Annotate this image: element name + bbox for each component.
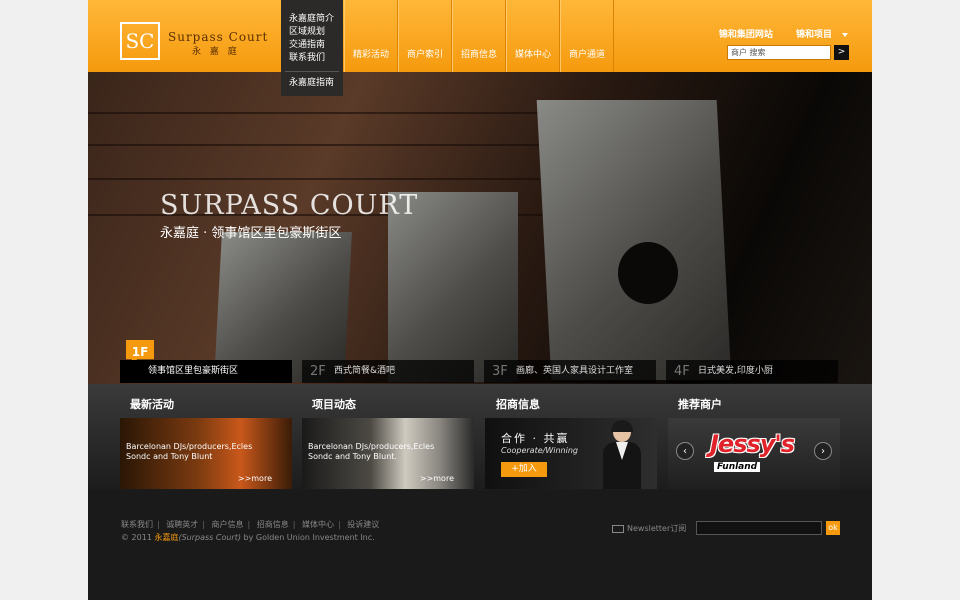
nav-item-tenant-portal[interactable]: 商户通道 — [560, 0, 614, 72]
section-title-events[interactable]: 最新活动 — [130, 396, 174, 412]
floor-tab-2f[interactable]: 2F 西式简餐&酒吧 — [302, 360, 474, 383]
projects-label: 锦和项目 — [795, 30, 832, 40]
coop-subtitle: Cooperate/Winning — [501, 446, 578, 455]
site-container: SC Surpass Court 永 嘉 庭 精彩活动 商户索引 招商信息 媒体… — [88, 0, 872, 600]
stone-pillar — [536, 100, 732, 380]
search-input[interactable]: 商户 搜索 — [727, 45, 831, 60]
search-button[interactable]: > — [834, 45, 849, 60]
copyright-company: by Golden Union Investment Inc. — [243, 533, 375, 542]
group-site-link[interactable]: 锦和集团网站 — [719, 30, 773, 40]
floor-label: 日式美发,印度小厨 — [698, 366, 773, 376]
content-sections: 最新活动 项目动态 招商信息 推荐商户 Barcelonan DJs/produ… — [88, 384, 872, 490]
top-links: 锦和集团网站 锦和项目 — [709, 27, 848, 40]
section-title-tenants[interactable]: 推荐商户 — [678, 396, 722, 412]
about-dropdown-menu: 永嘉庭简介 区域规划 交通指南 联系我们 永嘉庭指南 — [281, 0, 343, 96]
nav-item-events[interactable]: 精彩活动 — [344, 0, 398, 72]
newsletter-text: Newsletter订阅 — [627, 524, 687, 533]
floor-label: 画廊、英国人家具设计工作室 — [516, 366, 634, 376]
hero-banner: SURPASS COURT 永嘉庭 · 领事馆区里包豪斯街区 1F 领事馆区里包… — [88, 72, 872, 384]
jessys-logo[interactable]: Jessy's — [710, 430, 795, 458]
businesswoman-image — [601, 420, 643, 489]
projects-card[interactable]: Barcelonan DJs/producers,Ecles Sondc and… — [302, 418, 474, 489]
footer-separator: | — [292, 520, 296, 529]
footer-link-tenant-info[interactable]: 商户信息 — [212, 520, 244, 529]
menu-item-planning[interactable]: 区域规划 — [281, 26, 343, 39]
banner-subtitle: 永嘉庭 · 领事馆区里包豪斯街区 — [160, 226, 342, 241]
floor-label: 领事馆区里包豪斯街区 — [148, 366, 239, 376]
mail-icon — [612, 524, 624, 533]
menu-item-guide[interactable]: 永嘉庭指南 — [281, 72, 343, 90]
floor-number: 2F — [310, 364, 326, 379]
newsletter-label: Newsletter订阅 — [612, 523, 686, 534]
footer-separator: | — [247, 520, 251, 529]
tenants-carousel: ‹ Jessy's Funland › — [668, 418, 840, 489]
leasing-card[interactable]: 合作 · 共赢 Cooperate/Winning +加入 — [485, 418, 657, 489]
logo-text[interactable]: Surpass Court — [168, 30, 268, 44]
footer-separator: | — [202, 520, 205, 529]
footer: 联系我们 | 诚聘英才 | 商户信息 | 招商信息 | 媒体中心 | 投诉建议 © 201… — [88, 490, 872, 600]
footer-link-feedback[interactable]: 投诉建议 — [347, 520, 379, 529]
floor-tab-1f[interactable]: 领事馆区里包豪斯街区 — [120, 360, 292, 383]
menu-item-transport[interactable]: 交通指南 — [281, 39, 343, 52]
floor-label: 西式简餐&酒吧 — [334, 366, 396, 376]
newsletter-ok-button[interactable]: ok — [826, 521, 840, 535]
deck-plank — [88, 112, 608, 114]
newsletter-input[interactable] — [696, 521, 822, 535]
footer-separator: | — [157, 520, 160, 529]
projects-card-text: Barcelonan DJs/producers,Ecles Sondc and… — [308, 442, 435, 461]
coop-title: 合作 · 共赢 — [501, 432, 570, 445]
logo-mark[interactable]: SC — [120, 22, 160, 60]
copyright: © 2011 永嘉庭(Surpass Court) by Golden Unio… — [121, 532, 375, 543]
floor-number: 3F — [492, 364, 508, 379]
footer-link-leasing[interactable]: 招商信息 — [257, 520, 289, 529]
carousel-prev-button[interactable]: ‹ — [676, 442, 694, 460]
nav-item-media[interactable]: 媒体中心 — [506, 0, 560, 72]
section-title-leasing[interactable]: 招商信息 — [496, 396, 540, 412]
copyright-brand-en: (Surpass Court) — [178, 533, 241, 542]
floor-tab-4f[interactable]: 4F 日式美发,印度小厨 — [666, 360, 838, 383]
nav-item-leasing[interactable]: 招商信息 — [452, 0, 506, 72]
floor-number: 4F — [674, 364, 690, 379]
menu-item-intro[interactable]: 永嘉庭简介 — [281, 0, 343, 26]
chevron-down-icon — [842, 32, 848, 37]
floor-tab-3f[interactable]: 3F 画廊、英国人家具设计工作室 — [484, 360, 656, 383]
main-nav: 精彩活动 商户索引 招商信息 媒体中心 商户通道 — [344, 0, 614, 72]
events-card[interactable]: Barcelonan DJs/producers,Ecles Sondc and… — [120, 418, 292, 489]
events-card-text: Barcelonan DJs/producers,Ecles Sondc and… — [126, 442, 253, 461]
footer-link-media[interactable]: 媒体中心 — [302, 520, 334, 529]
footer-link-careers[interactable]: 诚聘英才 — [166, 520, 198, 529]
header: SC Surpass Court 永 嘉 庭 精彩活动 商户索引 招商信息 媒体… — [88, 0, 872, 72]
copyright-year: © 2011 — [121, 533, 152, 542]
footer-links: 联系我们 | 诚聘英才 | 商户信息 | 招商信息 | 媒体中心 | 投诉建议 — [121, 519, 383, 530]
section-title-projects[interactable]: 项目动态 — [312, 396, 356, 412]
join-button[interactable]: +加入 — [501, 462, 547, 477]
carousel-next-button[interactable]: › — [814, 442, 832, 460]
menu-item-contact[interactable]: 联系我们 — [281, 52, 343, 65]
funland-logo-text: Funland — [714, 462, 761, 472]
person-hair — [611, 420, 633, 432]
projects-more-link[interactable]: >>more — [420, 474, 454, 483]
stone-hole — [618, 242, 678, 304]
projects-dropdown[interactable]: 锦和项目 — [786, 30, 848, 40]
deck-plank — [88, 144, 608, 146]
logo-subtitle: 永 嘉 庭 — [192, 47, 240, 57]
banner-title: SURPASS COURT — [160, 190, 419, 221]
footer-separator: | — [338, 520, 341, 529]
copyright-brand: 永嘉庭 — [154, 533, 179, 542]
nav-item-tenants[interactable]: 商户索引 — [398, 0, 452, 72]
footer-link-contact[interactable]: 联系我们 — [121, 520, 153, 529]
floor-tabs: 领事馆区里包豪斯街区 2F 西式简餐&酒吧 3F 画廊、英国人家具设计工作室 4F 日… — [120, 360, 838, 383]
events-more-link[interactable]: >>more — [238, 474, 272, 483]
deck-plank — [88, 178, 608, 180]
